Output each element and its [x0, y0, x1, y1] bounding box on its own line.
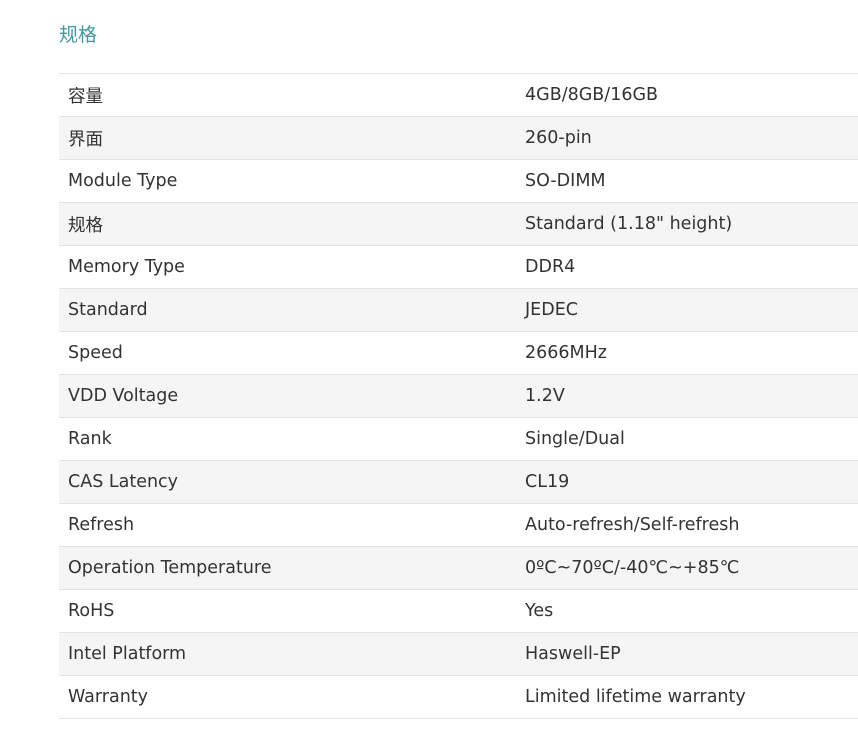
spec-value: DDR4	[517, 245, 858, 289]
table-row: 规格 Standard (1.18" height)	[59, 202, 858, 246]
table-row: 界面 260-pin	[59, 116, 858, 160]
table-row: RoHS Yes	[59, 589, 858, 633]
spec-value: 260-pin	[517, 116, 858, 160]
spec-label: Memory Type	[59, 245, 517, 289]
table-row: Rank Single/Dual	[59, 417, 858, 461]
table-row: VDD Voltage 1.2V	[59, 374, 858, 418]
table-row: Intel Platform Haswell-EP	[59, 632, 858, 676]
spec-label: Standard	[59, 288, 517, 332]
table-row: Warranty Limited lifetime warranty	[59, 675, 858, 719]
spec-value: Single/Dual	[517, 417, 858, 461]
table-row: Memory Type DDR4	[59, 245, 858, 289]
spec-label: Rank	[59, 417, 517, 461]
spec-value: SO-DIMM	[517, 159, 858, 203]
spec-label: 容量	[59, 73, 517, 117]
spec-label: Warranty	[59, 675, 517, 719]
spec-value: Limited lifetime warranty	[517, 675, 858, 719]
table-row: Module Type SO-DIMM	[59, 159, 858, 203]
spec-label: CAS Latency	[59, 460, 517, 504]
table-row: Speed 2666MHz	[59, 331, 858, 375]
spec-value: CL19	[517, 460, 858, 504]
spec-value: Auto-refresh/Self-refresh	[517, 503, 858, 547]
spec-label: Speed	[59, 331, 517, 375]
spec-value: 2666MHz	[517, 331, 858, 375]
table-row: CAS Latency CL19	[59, 460, 858, 504]
table-row: 容量 4GB/8GB/16GB	[59, 73, 858, 117]
table-row: Refresh Auto-refresh/Self-refresh	[59, 503, 858, 547]
spec-label: Intel Platform	[59, 632, 517, 676]
spec-value: 4GB/8GB/16GB	[517, 73, 858, 117]
spec-label: Refresh	[59, 503, 517, 547]
table-row: Standard JEDEC	[59, 288, 858, 332]
spec-label: 界面	[59, 116, 517, 160]
section-title: 规格	[59, 24, 98, 46]
spec-label: Operation Temperature	[59, 546, 517, 590]
spec-value: JEDEC	[517, 288, 858, 332]
spec-value: 0ºC~70ºC/-40℃~+85℃	[517, 546, 858, 590]
spec-label: 规格	[59, 202, 517, 246]
spec-value: Standard (1.18" height)	[517, 202, 858, 246]
spec-value: 1.2V	[517, 374, 858, 418]
spec-value: Yes	[517, 589, 858, 633]
spec-label: VDD Voltage	[59, 374, 517, 418]
spec-table: 容量 4GB/8GB/16GB 界面 260-pin Module Type S…	[59, 73, 858, 719]
spec-label: Module Type	[59, 159, 517, 203]
table-row: Operation Temperature 0ºC~70ºC/-40℃~+85℃	[59, 546, 858, 590]
spec-label: RoHS	[59, 589, 517, 633]
spec-value: Haswell-EP	[517, 632, 858, 676]
